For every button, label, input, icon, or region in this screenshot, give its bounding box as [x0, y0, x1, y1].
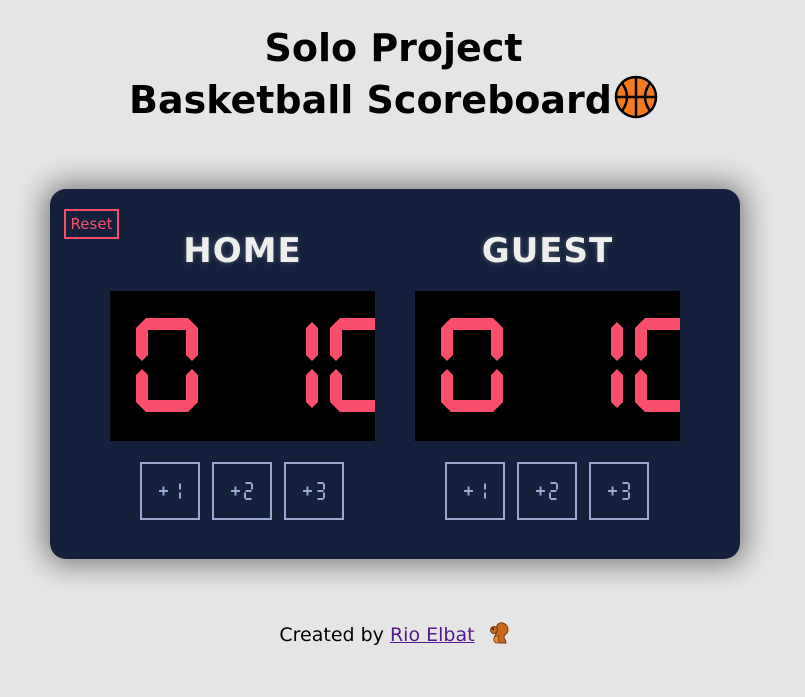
guest-add-1-button-digit-1-seg-b	[484, 483, 486, 490]
home-add-1-button-label	[159, 483, 181, 499]
home-add-3-button-digit-1-seg-g	[317, 490, 324, 492]
guest-add-3-button-plus-v	[611, 486, 614, 496]
guest-add-3-button-digit-1-seg-d	[622, 498, 629, 500]
footer-prefix: Created by	[279, 624, 384, 646]
home-add-1-button[interactable]	[140, 462, 200, 520]
guest-add-2-button-digit-1-seg-g	[550, 490, 557, 492]
guest-add-2-button-digit-1-seg-a	[550, 482, 557, 484]
home-score-digits-digit-2-seg-b	[306, 322, 318, 361]
home-score-digits-digit-0-seg-d	[140, 400, 194, 412]
guest-add-1-button[interactable]	[445, 462, 505, 520]
guest-score-digits-digit-0-seg-a	[445, 318, 499, 330]
home-button-group	[140, 462, 345, 520]
guest-add-2-button-digit-1-seg-b	[556, 483, 558, 490]
guest-score-digits-digit-2-seg-c	[611, 369, 623, 408]
home-add-3-button-digit-1-seg-b	[323, 483, 325, 490]
home-add-3-button[interactable]	[284, 462, 344, 520]
home-add-3-button-label	[303, 482, 325, 500]
squirrel-icon	[489, 622, 509, 644]
home-add-1-button-digit-1-seg-c	[179, 492, 181, 499]
home-add-1-button-plus-v	[162, 486, 165, 496]
guest-score-display	[415, 291, 680, 441]
home-score-display	[110, 291, 375, 441]
home-add-3-button-digit-1-seg-a	[317, 482, 324, 484]
home-add-2-button-digit-1-seg-g	[245, 490, 252, 492]
home-add-3-button-digit-1-seg-c	[323, 492, 325, 499]
home-add-2-button-digit-1-seg-e	[244, 492, 246, 499]
guest-score-digits-digit-0-seg-f	[441, 322, 453, 361]
home-score-digits-digit-3-seg-f	[330, 322, 342, 361]
title-line-2: Basketball Scoreboard	[0, 74, 787, 126]
guest-add-1-button-plus-v	[467, 486, 470, 496]
guest-add-3-button-label	[608, 482, 630, 500]
home-add-3-button-digit-1-seg-d	[317, 498, 324, 500]
guest-team-name: GUEST	[481, 231, 614, 271]
guest-add-3-button-digit-1-seg-g	[622, 490, 629, 492]
guest-add-3-button-digit-1-seg-c	[628, 492, 630, 499]
home-add-2-button-plus-v	[234, 486, 237, 496]
author-link[interactable]: Rio Elbat	[390, 624, 475, 646]
home-add-2-button-digit-1-seg-d	[245, 498, 252, 500]
guest-score-digits-digit-2-seg-b	[611, 322, 623, 361]
home-add-2-button[interactable]	[212, 462, 272, 520]
footer: Created by Rio Elbat	[0, 622, 790, 648]
home-score-digits	[136, 318, 375, 412]
guest-add-3-button[interactable]	[589, 462, 649, 520]
guest-add-2-button-digit-1-seg-d	[550, 498, 557, 500]
guest-score-digits-digit-3-seg-e	[635, 369, 647, 408]
home-add-3-button-plus-v	[306, 486, 309, 496]
title-text: Basketball Scoreboard	[129, 78, 612, 122]
guest-button-group	[445, 462, 650, 520]
home-team-name: HOME	[183, 231, 302, 271]
scoreboard: Reset HOME GUEST	[50, 189, 740, 559]
guest-add-2-button[interactable]	[517, 462, 577, 520]
guest-score-digits-digit-0-seg-b	[491, 322, 503, 361]
home-score-digits-digit-2-seg-c	[306, 369, 318, 408]
home-score-digits-digit-0-seg-a	[140, 318, 194, 330]
guest-score-digits-digit-0-seg-e	[441, 369, 453, 408]
guest-add-3-button-digit-1-seg-b	[628, 483, 630, 490]
home-score-digits-digit-3-seg-e	[330, 369, 342, 408]
guest-add-2-button-digit-1-seg-e	[549, 492, 551, 499]
home-add-2-button-label	[231, 482, 253, 500]
guest-add-1-button-digit-1-seg-c	[484, 492, 486, 499]
guest-add-2-button-plus-v	[539, 486, 542, 496]
guest-score-digits	[441, 318, 680, 412]
guest-score-digits-digit-0-seg-d	[445, 400, 499, 412]
home-add-2-button-digit-1-seg-b	[251, 483, 253, 490]
home-add-2-button-digit-1-seg-a	[245, 482, 252, 484]
page-title: Solo Project Basketball Scoreboard	[0, 22, 787, 126]
home-score-digits-digit-0-seg-e	[136, 369, 148, 408]
title-line-1: Solo Project	[264, 26, 523, 70]
guest-add-3-button-digit-1-seg-a	[622, 482, 629, 484]
guest-add-2-button-label	[536, 482, 558, 500]
guest-score-digits-digit-3-seg-f	[635, 322, 647, 361]
basketball-icon	[614, 75, 658, 119]
home-add-1-button-digit-1-seg-b	[179, 483, 181, 490]
guest-add-1-button-label	[464, 483, 486, 499]
home-score-digits-digit-0-seg-b	[186, 322, 198, 361]
home-score-digits-digit-0-seg-f	[136, 322, 148, 361]
